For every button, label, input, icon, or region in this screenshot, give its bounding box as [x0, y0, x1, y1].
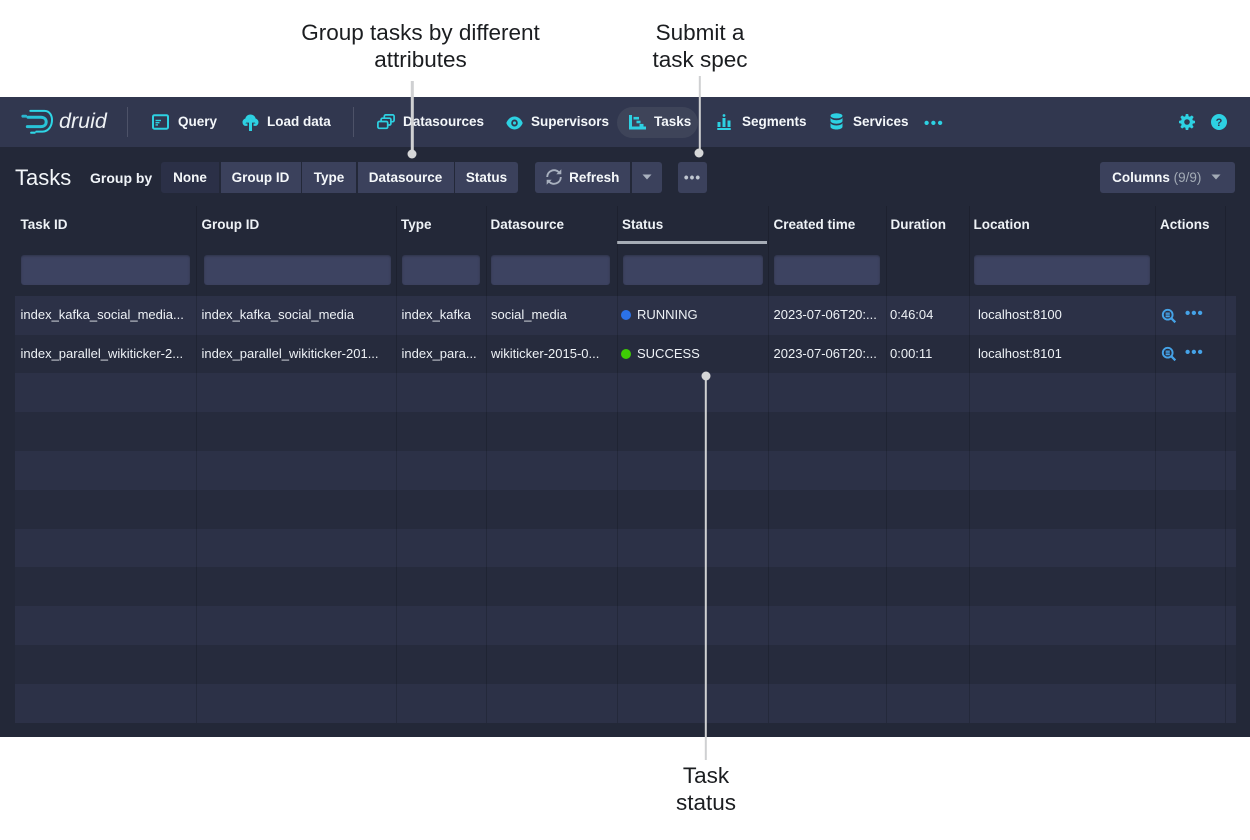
svg-text:?: ?: [1216, 117, 1223, 129]
